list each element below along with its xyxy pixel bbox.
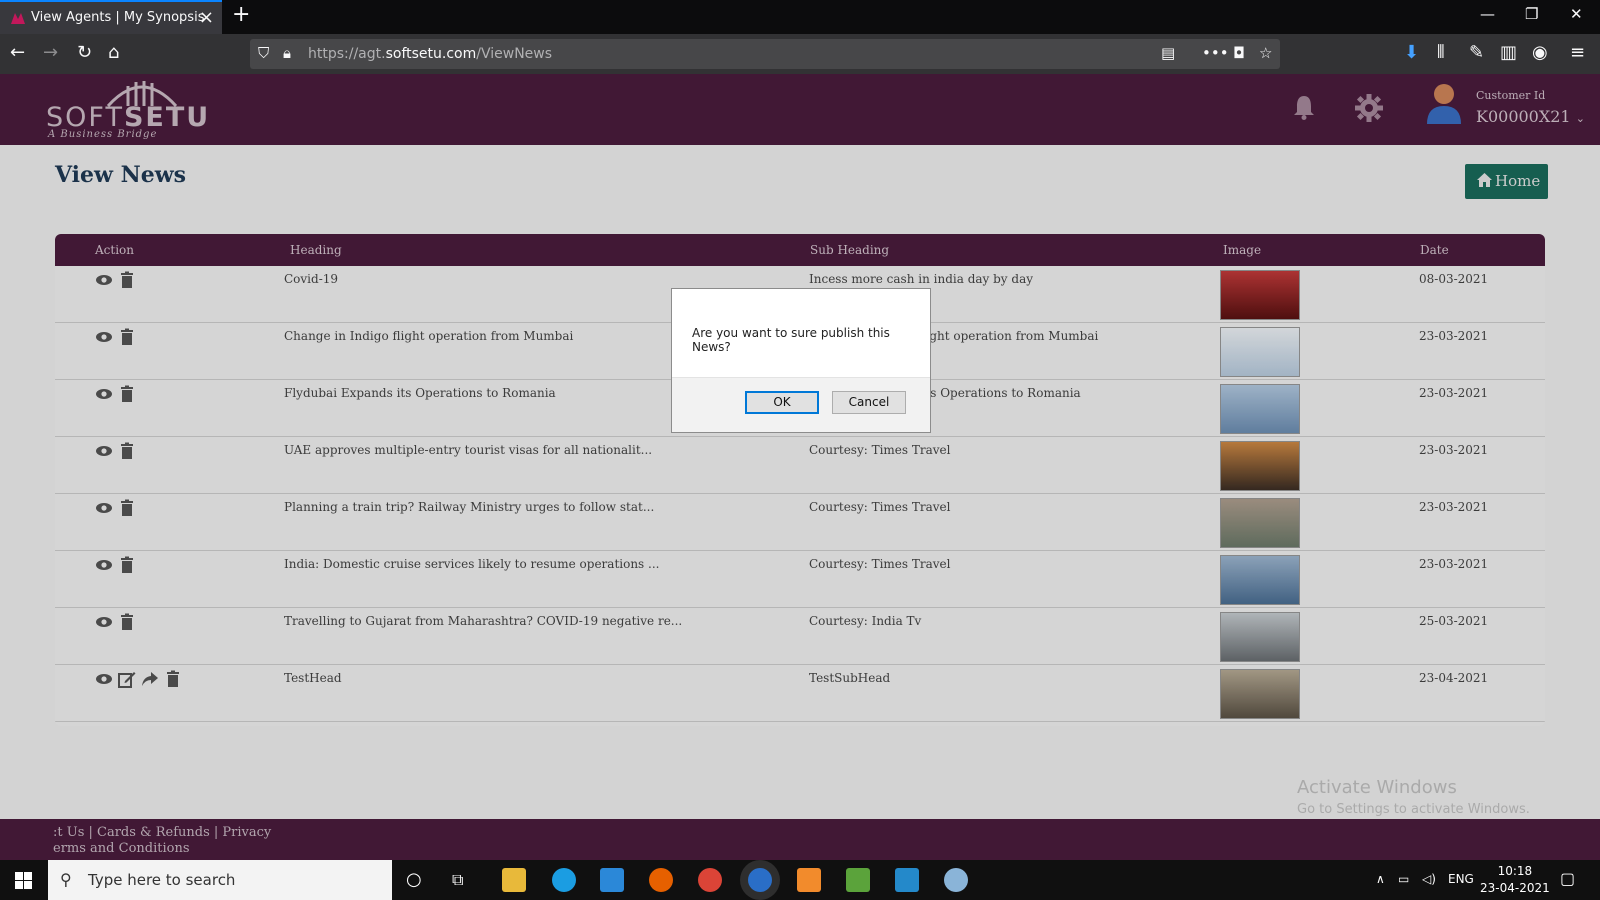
paint-icon[interactable] bbox=[944, 868, 968, 892]
minimize-icon[interactable]: — bbox=[1480, 5, 1495, 23]
shield-icon[interactable]: ⛉ bbox=[258, 44, 269, 62]
browser-tab-bar: View Agents | My Synopsis × + — ❐ ✕ bbox=[0, 0, 1600, 34]
sidebar-icon[interactable]: ▥ bbox=[1500, 42, 1517, 63]
search-icon: ⚲ bbox=[60, 870, 72, 889]
reload-icon[interactable]: ↻ bbox=[77, 42, 92, 63]
clock-time: 10:18 bbox=[1497, 864, 1533, 878]
tab-close-icon[interactable]: × bbox=[199, 7, 214, 28]
mail-icon[interactable] bbox=[600, 868, 624, 892]
reader-view-icon[interactable]: ▤ bbox=[1161, 44, 1175, 62]
url-text[interactable]: https://agt.softsetu.com/ViewNews bbox=[308, 46, 552, 62]
language-indicator[interactable]: ENG bbox=[1448, 872, 1474, 886]
chrome-icon[interactable] bbox=[698, 868, 722, 892]
edge-icon[interactable] bbox=[552, 868, 576, 892]
tray-chevron-icon[interactable]: ∧ bbox=[1376, 872, 1385, 886]
notepad-icon[interactable] bbox=[846, 868, 870, 892]
url-bar[interactable]: ⛉ 🔒︎ https://agt.softsetu.com/ViewNews ▤… bbox=[250, 39, 1280, 69]
network-icon[interactable]: ▭ bbox=[1398, 872, 1409, 886]
browser-tab[interactable]: View Agents | My Synopsis × bbox=[0, 0, 222, 34]
downloads-icon[interactable]: ⬇ bbox=[1404, 42, 1419, 63]
new-tab-icon[interactable]: + bbox=[232, 2, 250, 27]
cortana-icon[interactable]: ○ bbox=[406, 869, 422, 890]
cancel-button[interactable]: Cancel bbox=[832, 391, 906, 414]
page-actions-icon[interactable]: ••• bbox=[1202, 44, 1229, 62]
back-icon[interactable]: ← bbox=[10, 42, 25, 63]
file-explorer-icon[interactable] bbox=[502, 868, 526, 892]
dialog-message: Are you want to sure publish this News? bbox=[692, 326, 890, 354]
confirm-dialog: Are you want to sure publish this News? … bbox=[671, 288, 931, 433]
search-placeholder: Type here to search bbox=[88, 871, 236, 889]
modal-overlay bbox=[0, 74, 1600, 860]
task-view-icon[interactable]: ⧉ bbox=[452, 870, 463, 890]
sublime-text-icon[interactable] bbox=[797, 868, 821, 892]
library-icon[interactable]: ⫴ bbox=[1437, 42, 1445, 63]
system-clock[interactable]: 10:18 23-04-2021 bbox=[1480, 863, 1550, 897]
site-favicon-icon bbox=[11, 13, 25, 24]
window-close-icon[interactable]: ✕ bbox=[1570, 5, 1583, 23]
home-icon[interactable]: ⌂ bbox=[108, 42, 119, 63]
notifications-icon[interactable]: ▢ bbox=[1560, 869, 1575, 888]
taskbar-search-box[interactable]: ⚲ Type here to search bbox=[48, 860, 392, 900]
windows-start-icon[interactable] bbox=[15, 872, 32, 889]
firefox-developer-icon[interactable] bbox=[748, 868, 772, 892]
windows-taskbar: ⚲ Type here to search ○ ⧉ ∧ ▭ ◁) ENG 10:… bbox=[0, 860, 1600, 900]
pocket-icon[interactable]: ◘ bbox=[1233, 44, 1245, 62]
clock-date: 23-04-2021 bbox=[1480, 881, 1550, 895]
restore-icon[interactable]: ❐ bbox=[1525, 5, 1538, 23]
firefox-icon[interactable] bbox=[649, 868, 673, 892]
browser-tab-title: View Agents | My Synopsis bbox=[31, 10, 205, 25]
ok-button[interactable]: OK bbox=[745, 391, 819, 414]
account-icon[interactable]: ◉ bbox=[1532, 42, 1548, 63]
tools-wrench-icon[interactable]: ✎ bbox=[1469, 42, 1484, 63]
vscode-icon[interactable] bbox=[895, 868, 919, 892]
bookmark-star-icon[interactable]: ☆ bbox=[1259, 44, 1272, 62]
menu-icon[interactable]: ≡ bbox=[1570, 42, 1585, 63]
browser-nav-bar: ← → ↻ ⌂ ⛉ 🔒︎ https://agt.softsetu.com/Vi… bbox=[0, 34, 1600, 74]
forward-icon[interactable]: → bbox=[43, 42, 58, 63]
volume-icon[interactable]: ◁) bbox=[1422, 872, 1436, 886]
lock-icon[interactable]: 🔒︎ bbox=[283, 44, 291, 62]
